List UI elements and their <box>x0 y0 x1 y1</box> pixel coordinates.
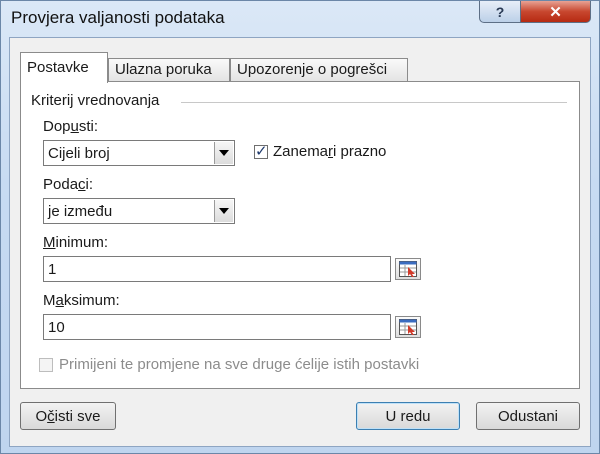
cancel-label: Odustani <box>497 407 559 425</box>
chevron-down-icon[interactable] <box>214 142 233 164</box>
tab-settings[interactable]: Postavke <box>20 52 108 83</box>
allow-label: Dopusti: <box>43 118 99 135</box>
tab-label: Upozorenje o pogrešci <box>237 61 388 78</box>
close-icon: ✕ <box>549 3 562 21</box>
clear-all-label: Očisti sve <box>35 407 101 425</box>
minimum-label: Minimum: <box>43 234 109 251</box>
maximum-input[interactable]: 10 <box>43 314 391 340</box>
ok-button[interactable]: U redu <box>356 402 460 430</box>
cancel-button[interactable]: Odustani <box>476 402 580 430</box>
settings-panel: Kriterij vrednovanja Dopusti: Cijeli bro… <box>20 81 580 389</box>
tab-error-alert[interactable]: Upozorenje o pogrešci <box>230 58 408 82</box>
apply-all-checkbox[interactable] <box>39 358 53 372</box>
clear-all-button[interactable]: Očisti sve <box>20 402 116 430</box>
title-bar[interactable]: Provjera valjanosti podataka ? ✕ <box>1 1 599 37</box>
help-icon: ? <box>495 3 505 20</box>
ignore-blank-checkbox[interactable] <box>254 142 268 160</box>
validation-criteria-label: Kriterij vrednovanja <box>31 92 160 109</box>
ignore-blank-label[interactable]: Zanemari prazno <box>273 143 386 160</box>
data-label: Podaci: <box>43 176 94 193</box>
allow-select[interactable]: Cijeli broj <box>43 140 235 166</box>
maximum-label: Maksimum: <box>43 292 120 309</box>
allow-value: Cijeli broj <box>48 145 110 162</box>
range-select-icon <box>399 261 417 277</box>
close-button[interactable]: ✕ <box>520 1 591 23</box>
data-select[interactable]: je između <box>43 198 235 224</box>
apply-all-label[interactable]: Primijeni te promjene na sve druge ćelij… <box>59 356 419 373</box>
minimum-value: 1 <box>48 261 57 278</box>
tab-label: Ulazna poruka <box>115 61 212 78</box>
chevron-down-icon[interactable] <box>214 200 233 222</box>
minimum-input[interactable]: 1 <box>43 256 391 282</box>
minimum-range-button[interactable] <box>395 258 421 280</box>
dialog-body: Postavke Ulazna poruka Upozorenje o pogr… <box>9 37 591 447</box>
data-validation-dialog: Provjera valjanosti podataka ? ✕ Postavk… <box>0 0 600 454</box>
maximum-value: 10 <box>48 319 65 336</box>
data-value: je između <box>48 203 113 220</box>
dialog-title: Provjera valjanosti podataka <box>11 8 225 27</box>
tab-input-message[interactable]: Ulazna poruka <box>108 58 230 82</box>
maximum-range-button[interactable] <box>395 316 421 338</box>
group-divider <box>181 102 567 103</box>
ok-label: U redu <box>385 407 431 425</box>
help-button[interactable]: ? <box>479 1 521 23</box>
range-select-icon <box>399 319 417 335</box>
tab-label: Postavke <box>27 59 89 76</box>
